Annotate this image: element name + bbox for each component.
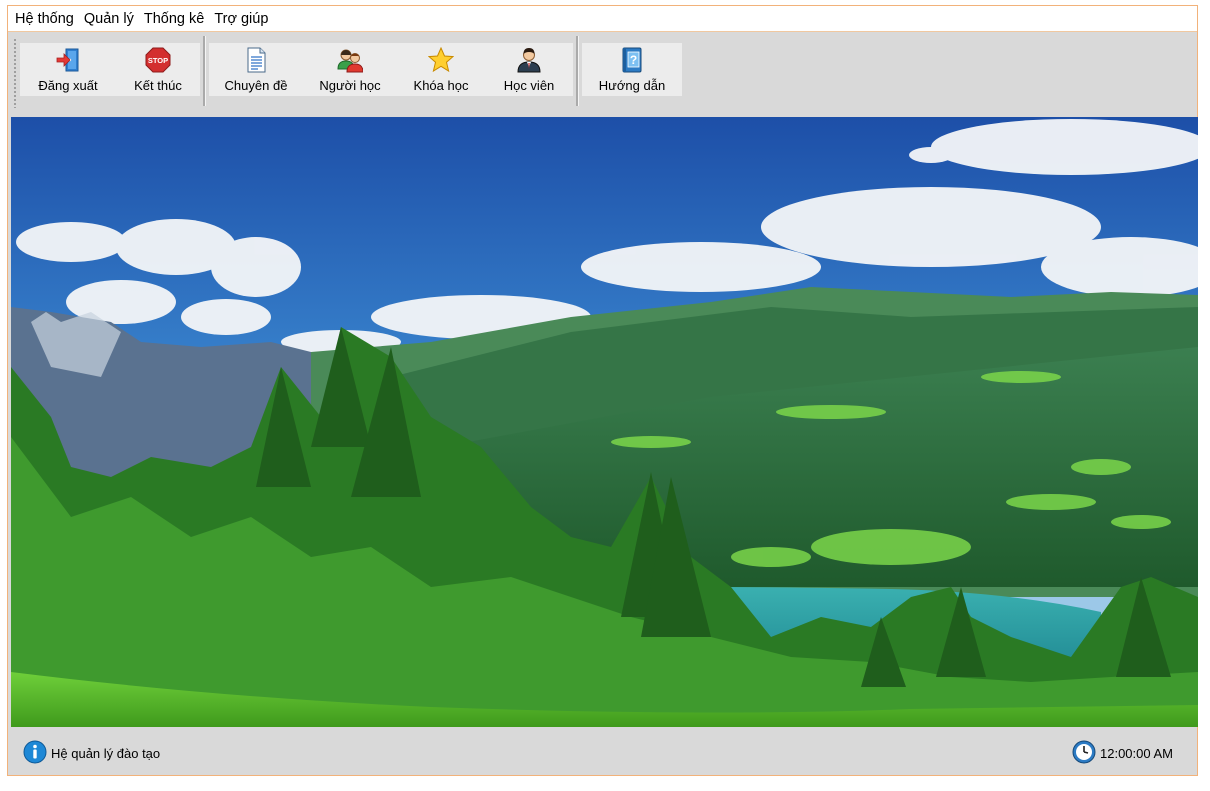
guide-label: Hướng dẫn xyxy=(598,78,666,93)
students-button[interactable]: Học viên xyxy=(485,43,573,96)
toolbar-grip[interactable] xyxy=(13,38,18,108)
clock-icon xyxy=(1072,740,1096,767)
exit-button[interactable]: STOP Kết thúc xyxy=(116,43,200,96)
learners-label: Người học xyxy=(319,78,381,93)
menu-thong-ke[interactable]: Thống kê xyxy=(139,7,209,31)
status-app-name: Hệ quản lý đào tạo xyxy=(51,745,161,761)
status-bar: Hệ quản lý đào tạo 12:00:00 AM xyxy=(8,731,1197,775)
main-window: Hệ thống Quản lý Thống kê Trợ giúp Đăng … xyxy=(7,5,1198,776)
toolbar-group-help: ? Hướng dẫn xyxy=(582,43,682,96)
student-icon xyxy=(516,47,542,73)
stop-sign-text: STOP xyxy=(148,56,168,65)
info-icon xyxy=(23,740,47,767)
toolbar-group-system: Đăng xuất STOP Kết thúc xyxy=(20,43,200,96)
svg-text:?: ? xyxy=(630,53,637,67)
toolbar-group-manage: Chuyên đề Người học Khóa học Học viên xyxy=(209,43,573,96)
students-label: Học viên xyxy=(503,78,555,93)
help-book-icon: ? xyxy=(619,47,645,73)
courses-label: Khóa học xyxy=(413,78,469,93)
toolbar-separator xyxy=(576,36,579,106)
topics-label: Chuyên đề xyxy=(224,78,288,93)
users-icon xyxy=(337,47,363,73)
logout-label: Đăng xuất xyxy=(38,78,98,93)
status-left: Hệ quản lý đào tạo xyxy=(23,740,160,767)
menu-he-thong[interactable]: Hệ thống xyxy=(8,7,79,31)
background-landscape-image xyxy=(11,117,1198,727)
learners-button[interactable]: Người học xyxy=(303,43,397,96)
menu-tro-giup[interactable]: Trợ giúp xyxy=(209,7,273,31)
exit-label: Kết thúc xyxy=(134,78,182,93)
star-icon xyxy=(428,47,454,73)
guide-button[interactable]: ? Hướng dẫn xyxy=(582,43,682,96)
menu-quan-ly[interactable]: Quản lý xyxy=(79,7,139,31)
topics-button[interactable]: Chuyên đề xyxy=(209,43,303,96)
menu-bar: Hệ thống Quản lý Thống kê Trợ giúp xyxy=(8,6,1197,32)
logout-button[interactable]: Đăng xuất xyxy=(20,43,116,96)
status-clock: 12:00:00 AM xyxy=(1100,745,1173,761)
toolbar-separator xyxy=(203,36,206,106)
status-right: 12:00:00 AM xyxy=(1072,740,1173,767)
courses-button[interactable]: Khóa học xyxy=(397,43,485,96)
stop-sign-icon: STOP xyxy=(145,47,171,73)
toolbar: Đăng xuất STOP Kết thúc Chuyên đề Người … xyxy=(10,34,1195,109)
logout-door-icon xyxy=(55,47,81,73)
document-icon xyxy=(243,47,269,73)
